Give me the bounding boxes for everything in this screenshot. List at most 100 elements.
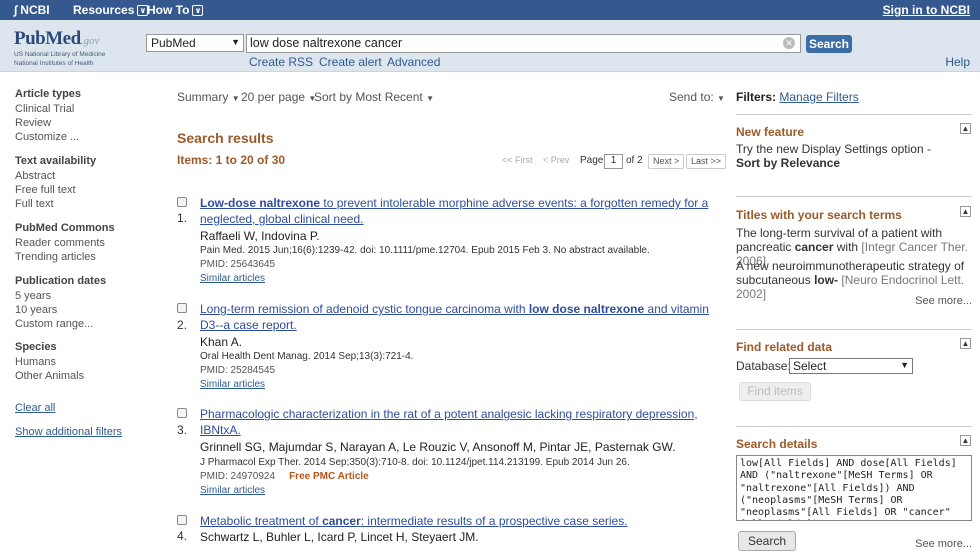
similar-articles-link[interactable]: Similar articles	[200, 379, 265, 390]
sort-dropdown[interactable]: Sort by Most Recent ▼	[314, 90, 434, 104]
filters-bar: Filters: Manage Filters	[736, 90, 859, 104]
clear-all-link[interactable]: Clear all	[15, 402, 55, 414]
result-title-highlight: cancer	[322, 514, 361, 528]
free-pmc-article-badge[interactable]: Free PMC Article	[289, 471, 369, 482]
result-checkbox[interactable]	[177, 197, 187, 207]
logo-gov: .gov	[80, 35, 100, 47]
search-details-textarea[interactable]: low[All Fields] AND dose[All Fields] AND…	[736, 455, 972, 521]
result-citation: Pain Med. 2015 Jun;16(6):1239-42. doi: 1…	[200, 245, 650, 256]
result-title-link[interactable]: Metabolic treatment of cancer: intermedi…	[200, 513, 728, 529]
send-to-dropdown[interactable]: Send to: ▼	[669, 90, 725, 104]
ncbi-topbar: ∫ NCBI Resources ∨ How To ∨ Sign in to N…	[0, 0, 980, 20]
related-database-value: Select	[793, 359, 827, 373]
result-number: 4.	[177, 529, 188, 543]
filter-abstract[interactable]: Abstract	[15, 170, 55, 182]
result-number: 1.	[177, 211, 188, 225]
filter-humans[interactable]: Humans	[15, 356, 56, 368]
manage-filters-link[interactable]: Manage Filters	[779, 90, 858, 104]
resources-label: Resources	[73, 3, 135, 17]
species-heading: Species	[15, 341, 57, 353]
per-page-label: 20 per page	[241, 90, 306, 104]
pubmed-header: PubMed .gov US National Library of Medici…	[0, 20, 980, 72]
filter-other-animals[interactable]: Other Animals	[15, 370, 84, 382]
last-page-button[interactable]: Last >>	[686, 154, 727, 169]
help-link[interactable]: Help	[945, 55, 970, 69]
filters-label: Filters:	[736, 90, 777, 104]
per-page-dropdown[interactable]: 20 per page ▼	[241, 90, 316, 104]
panel-divider	[736, 114, 972, 115]
find-items-button[interactable]: Find items	[739, 382, 811, 401]
ncbi-logo-icon: ∫	[14, 3, 18, 17]
filter-reader-comments[interactable]: Reader comments	[15, 237, 105, 249]
panel-divider	[736, 426, 972, 427]
result-number: 2.	[177, 318, 188, 332]
result-authors: Raffaeli W, Indovina P.	[200, 229, 320, 243]
result-title-link[interactable]: Low-dose naltrexone to prevent intolerab…	[200, 195, 728, 227]
howto-menu[interactable]: How To ∨	[147, 3, 204, 17]
sort-by-relevance-link[interactable]: Sort by Relevance	[736, 156, 974, 170]
similar-articles-link[interactable]: Similar articles	[200, 273, 265, 284]
titles-heading: Titles with your search terms	[736, 208, 902, 222]
prev-page-link[interactable]: < Prev	[543, 155, 569, 165]
database-select-value: PubMed	[151, 36, 196, 50]
page-number-input[interactable]: 1	[604, 154, 623, 169]
pubmed-logo[interactable]: PubMed.gov US National Library of Medici…	[14, 28, 105, 68]
collapse-icon[interactable]: ▲	[960, 338, 971, 349]
search-details-button[interactable]: Search	[738, 531, 796, 551]
find-related-heading: Find related data	[736, 340, 833, 354]
send-to-label: Send to:	[669, 90, 714, 104]
search-button[interactable]: Search	[806, 35, 852, 53]
resources-menu[interactable]: Resources ∨	[73, 3, 149, 17]
result-checkbox[interactable]	[177, 303, 187, 313]
result-checkbox[interactable]	[177, 408, 187, 418]
collapse-icon[interactable]: ▲	[960, 206, 971, 217]
advanced-link[interactable]: Advanced	[387, 55, 440, 69]
panel-divider	[736, 329, 972, 330]
filter-full-text[interactable]: Full text	[15, 198, 54, 210]
filter-review[interactable]: Review	[15, 117, 51, 129]
clear-search-icon[interactable]: ✕	[783, 37, 795, 49]
article-types-heading: Article types	[15, 88, 82, 100]
filter-clinical-trial[interactable]: Clinical Trial	[15, 103, 74, 115]
triangle-down-icon: ▼	[900, 360, 909, 370]
result-title-link[interactable]: Long-term remission of adenoid cystic to…	[200, 301, 728, 333]
new-feature-heading: New feature	[736, 125, 805, 139]
sign-in-link[interactable]: Sign in to NCBI	[883, 3, 970, 17]
similar-articles-link[interactable]: Similar articles	[200, 485, 265, 496]
result-checkbox[interactable]	[177, 515, 187, 525]
details-see-more-link[interactable]: See more...	[915, 538, 972, 550]
logo-nlm-line: US National Library of Medicine	[14, 51, 106, 58]
related-title-highlight: cancer	[794, 240, 834, 254]
result-title-highlight: Low-dose naltrexone	[200, 196, 321, 210]
ncbi-logo[interactable]: ∫ NCBI	[14, 3, 50, 17]
text-availability-heading: Text availability	[15, 155, 97, 167]
database-select[interactable]: PubMed ▼	[146, 34, 244, 52]
first-page-link[interactable]: << First	[502, 155, 533, 165]
filter-customize[interactable]: Customize ...	[15, 131, 79, 143]
triangle-down-icon: ▼	[717, 94, 725, 103]
filter-trending-articles[interactable]: Trending articles	[15, 251, 96, 263]
collapse-icon[interactable]: ▲	[960, 435, 971, 446]
publication-dates-heading: Publication dates	[15, 275, 107, 287]
titles-see-more-link[interactable]: See more...	[915, 295, 972, 307]
result-title-text: : intermediate results of a prospective …	[360, 514, 628, 528]
summary-dropdown[interactable]: Summary ▼	[177, 90, 240, 104]
items-count: Items: 1 to 20 of 30	[177, 153, 286, 167]
filter-custom-range[interactable]: Custom range...	[15, 318, 93, 330]
show-additional-filters-link[interactable]: Show additional filters	[15, 426, 122, 438]
filter-5-years[interactable]: 5 years	[15, 290, 51, 302]
filter-10-years[interactable]: 10 years	[15, 304, 57, 316]
related-database-select[interactable]: Select ▼	[789, 358, 913, 374]
filter-free-full-text[interactable]: Free full text	[15, 184, 76, 196]
result-title-link[interactable]: Pharmacologic characterization in the ra…	[200, 406, 700, 438]
result-title-text: Long-term remission of adenoid cystic to…	[200, 302, 529, 316]
create-rss-link[interactable]: Create RSS	[249, 55, 313, 69]
create-alert-link[interactable]: Create alert	[319, 55, 382, 69]
ncbi-logo-text: NCBI	[20, 3, 50, 17]
collapse-icon[interactable]: ▲	[960, 123, 971, 134]
pubmed-commons-heading: PubMed Commons	[15, 222, 115, 234]
search-input[interactable]: low dose naltrexone cancer ✕	[246, 34, 801, 53]
result-citation: Oral Health Dent Manag. 2014 Sep;13(3):7…	[200, 351, 414, 362]
result-authors: Schwartz L, Buhler L, Icard P, Lincet H,…	[200, 530, 479, 544]
next-page-button[interactable]: Next >	[648, 154, 685, 169]
